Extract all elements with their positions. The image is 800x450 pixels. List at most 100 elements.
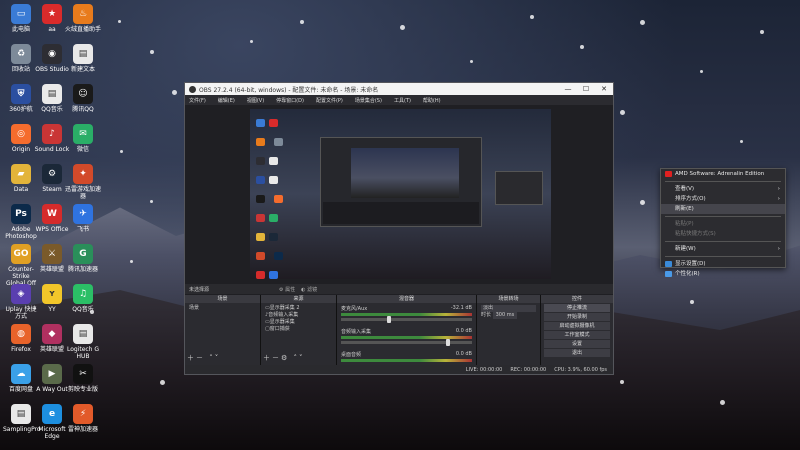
steam-icon: ⚙ [42, 164, 62, 184]
obs-window[interactable]: OBS 27.2.4 (64-bit, windows) - 配置文件: 未命名… [184, 82, 614, 375]
mixer-track: 音频输入采集 0.0 dB [337, 326, 476, 349]
context-menu-item-label: 排序方式(O) [675, 196, 706, 202]
menu-separator [665, 181, 781, 182]
context-menu-item[interactable]: 查看(V) › [661, 184, 785, 194]
desktop-shortcut[interactable]: ✦ 迅雷游戏加速器 [65, 164, 101, 200]
desktop-shortcut[interactable]: ♫ QQ音乐 [65, 284, 101, 313]
start-recording-button[interactable]: 开始录制 [544, 313, 610, 321]
snowflake [700, 70, 703, 73]
stop-streaming-button[interactable]: 停止推流 [544, 304, 610, 312]
yy-icon: ʏ [42, 284, 62, 304]
minimize-icon[interactable]: — [559, 85, 577, 93]
preview-nested-docks [323, 202, 479, 224]
amd-icon [665, 171, 672, 177]
context-menu-item-label: 粘贴(P) [675, 221, 694, 227]
context-menu-item[interactable]: AMD Software: Adrenalin Edition [661, 169, 785, 179]
desktop-shortcut[interactable]: ✉ 微信 [65, 124, 101, 153]
start-virtual-camera-button[interactable]: 启动虚拟摄像机 [544, 322, 610, 330]
desktop-shortcut-label: QQ音乐 [72, 306, 94, 313]
desktop-shortcut[interactable]: ♨ 火绒直播助手 [65, 4, 101, 33]
desktop-shortcut[interactable]: G 腾讯加速器 [65, 244, 101, 273]
obs-preview-canvas[interactable] [250, 109, 551, 279]
no-source-selected-label: 未选择源 [189, 286, 210, 293]
close-icon[interactable]: ✕ [595, 85, 613, 93]
menu-profile[interactable]: 配置文件(P) [316, 97, 343, 104]
settings-button[interactable]: 设置 [544, 340, 610, 348]
sources-dock-controls[interactable]: ＋－⚙ ˄˅ [263, 353, 305, 363]
menu-tools[interactable]: 工具(T) [394, 97, 411, 104]
document-icon: ▤ [73, 324, 93, 344]
properties-button[interactable]: ⚙ 属性 [279, 286, 295, 293]
filters-button[interactable]: ◐ 滤镜 [301, 286, 317, 293]
audio-mixer-title: 混音器 [337, 295, 476, 303]
obs-icon: ◉ [42, 44, 62, 64]
desktop-shortcut-label: 雷神加速器 [67, 426, 98, 433]
maximize-icon[interactable]: ☐ [577, 85, 595, 93]
menu-help[interactable]: 帮助(H) [423, 97, 441, 104]
context-menu-item[interactable]: 个性化(R) [661, 269, 785, 279]
source-toolbar: 未选择源 ⚙ 属性 ◐ 滤镜 [185, 284, 613, 294]
desktop-shortcut[interactable]: ☺ 腾讯QQ [65, 84, 101, 113]
preview-nested-obs-window [320, 137, 482, 227]
scenes-dock-controls[interactable]: ＋－ ˄˅ [187, 353, 220, 363]
desktop-shortcut[interactable]: ▤ Logitech G HUB [65, 324, 101, 360]
snowflake [640, 20, 645, 25]
snowflake [760, 30, 764, 34]
desktop-shortcut-label: Logitech G HUB [66, 346, 100, 360]
desktop-context-menu: AMD Software: Adrenalin Edition 查看(V) › 排序方… [660, 168, 786, 277]
display-settings-icon [665, 261, 672, 267]
preview-nested-canvas [351, 148, 459, 198]
context-menu-item[interactable]: 显示设置(D) [661, 259, 785, 269]
obs-app-icon [189, 85, 196, 93]
transition-type-select[interactable]: 淡出 [481, 305, 536, 312]
sources-dock-title: 来源 [261, 295, 336, 303]
mixer-track: 麦克风/Aux -32.1 dB [337, 303, 476, 326]
desktop-shortcut[interactable]: ⚡ 雷神加速器 [65, 404, 101, 433]
live-status: LIVE: 00:00:00 [465, 366, 503, 373]
snowflake [720, 400, 725, 405]
feishu-icon: ✈ [73, 204, 93, 224]
source-item[interactable]: ♪ 音频输入采集 [265, 312, 332, 319]
menu-view[interactable]: 视图(V) [247, 97, 264, 104]
csgo-icon: GO [11, 244, 31, 264]
desktop-shortcut-label: 微信 [76, 146, 89, 153]
audio-mixer-dock: 混音器 麦克风/Aux -32.1 dB 音频输入采集 0.0 dB 桌面音频 0.0… [337, 295, 477, 365]
exit-button[interactable]: 退出 [544, 349, 610, 357]
scene-item[interactable]: 场景 [189, 305, 256, 312]
menu-scene-collection[interactable]: 场景集合(S) [355, 97, 382, 104]
mixer-track-name: 桌面音频 [341, 352, 362, 358]
desktop-shortcut[interactable]: ✈ 飞书 [65, 204, 101, 233]
menu-file[interactable]: 文件(F) [189, 97, 206, 104]
volume-slider-knob[interactable] [386, 316, 391, 323]
game-icon: ▶ [42, 364, 62, 384]
source-item[interactable]: ▭ 显示器采集 [265, 319, 332, 326]
desktop-shortcut-label: 火绒直播助手 [65, 26, 102, 33]
context-menu-item[interactable]: 新建(W) › [661, 244, 785, 254]
snowflake [620, 380, 624, 384]
folder-icon: ▰ [11, 164, 31, 184]
menu-edit[interactable]: 编辑(E) [218, 97, 235, 104]
scenes-dock: 场景 场景 ＋－ ˄˅ [185, 295, 261, 365]
context-menu-item[interactable]: 刷新(E) [661, 204, 785, 214]
volume-slider[interactable] [341, 316, 472, 323]
computer-icon: ▭ [11, 4, 31, 24]
volume-slider-knob[interactable] [445, 339, 450, 346]
snowflake [580, 45, 584, 49]
snowflake [250, 40, 253, 43]
desktop-shortcut[interactable]: ▤ 新建文本 [65, 44, 101, 73]
menu-docks[interactable]: 停靠窗口(D) [276, 97, 304, 104]
source-item[interactable]: ▢ 窗口捕获 [265, 326, 332, 333]
snowflake [150, 50, 154, 54]
source-item[interactable]: ▭ 显示器采集 2 [265, 305, 332, 312]
speaker-icon: ♪ [42, 124, 62, 144]
desktop-shortcut[interactable]: ✂ 剪映专业版 [65, 364, 101, 393]
obs-docks: 场景 场景 ＋－ ˄˅ 来源 ▭ 显示器采集 2 ♪ 音频输入采集 ▭ 显示器采… [185, 295, 613, 365]
chevron-right-icon: › [777, 246, 780, 252]
obs-titlebar[interactable]: OBS 27.2.4 (64-bit, windows) - 配置文件: 未命名… [185, 83, 613, 95]
volume-slider[interactable] [341, 339, 472, 346]
transition-duration[interactable]: 时长 300 ms [481, 312, 536, 319]
rec-status: REC: 00:00:00 [510, 366, 547, 373]
volume-meter [341, 336, 472, 339]
context-menu-item[interactable]: 排序方式(O) › [661, 194, 785, 204]
studio-mode-button[interactable]: 工作室模式 [544, 331, 610, 339]
